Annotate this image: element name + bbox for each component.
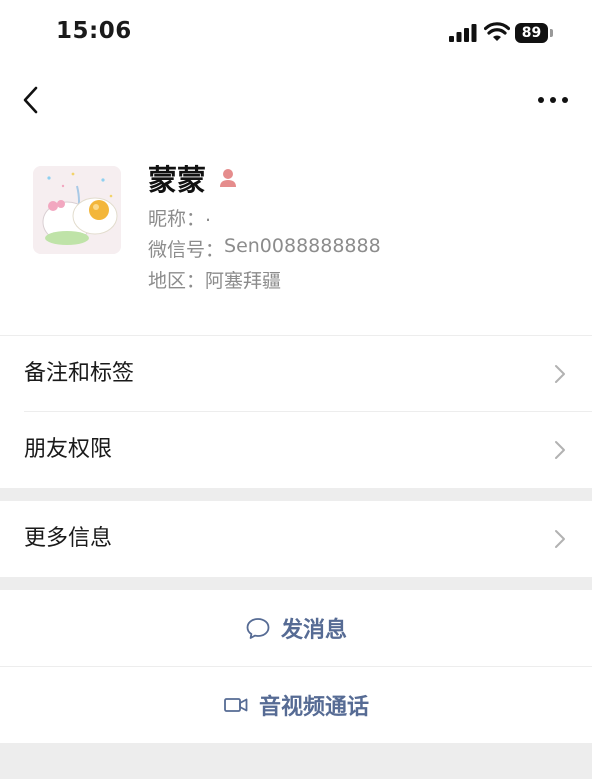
wechat-id-value[interactable]: Sen0088888888 xyxy=(224,235,381,262)
video-call-button[interactable]: 音视频通话 xyxy=(0,667,592,743)
send-message-content: 发消息 xyxy=(0,590,592,666)
battery-icon: 89 xyxy=(515,23,553,43)
menu-label: 更多信息 xyxy=(24,526,113,551)
menu-friend-permissions[interactable]: 朋友权限 xyxy=(0,412,592,488)
profile-name: 蒙蒙 xyxy=(148,163,207,197)
wifi-icon xyxy=(484,22,510,41)
nickname-label: 昵称： xyxy=(148,208,206,230)
nav-bar xyxy=(0,70,592,130)
avatar-illustration xyxy=(33,166,121,254)
profile-header: 蒙蒙 昵称： . 微信号： Sen0088888888 地区： 阿塞拜疆 xyxy=(0,130,592,335)
battery-level: 89 xyxy=(515,23,548,43)
avatar[interactable] xyxy=(33,166,121,254)
region-value: 阿塞拜疆 xyxy=(205,270,282,292)
menu-label: 朋友权限 xyxy=(24,437,113,462)
chevron-right-icon xyxy=(555,441,565,459)
menu-label: 备注和标签 xyxy=(24,361,135,386)
battery-tip xyxy=(550,29,553,37)
send-message-label: 发消息 xyxy=(280,618,347,643)
video-call-label: 音视频通话 xyxy=(258,695,369,720)
status-time: 15:06 xyxy=(56,18,132,44)
wechat-id-line: 微信号： Sen0088888888 xyxy=(148,235,381,262)
region-label: 地区： xyxy=(148,270,206,292)
nickname-value: . xyxy=(205,204,212,226)
region-line: 地区： 阿塞拜疆 xyxy=(148,266,281,293)
more-dots-icon[interactable] xyxy=(535,88,571,112)
status-bar: 15:06 89 xyxy=(0,0,592,70)
name-row: 蒙蒙 xyxy=(148,158,240,198)
chevron-right-icon xyxy=(555,365,565,383)
female-icon xyxy=(220,169,237,187)
video-call-content: 音视频通话 xyxy=(0,667,592,743)
menu-more-info[interactable]: 更多信息 xyxy=(0,501,592,577)
video-camera-icon xyxy=(224,698,248,712)
chat-bubble-icon xyxy=(246,618,270,639)
chevron-right-icon xyxy=(555,530,565,548)
wechat-id-label: 微信号： xyxy=(148,239,225,261)
send-message-button[interactable]: 发消息 xyxy=(0,590,592,666)
nickname-line: 昵称： . xyxy=(148,204,211,231)
signal-icon xyxy=(449,24,477,42)
menu-remark-tags[interactable]: 备注和标签 xyxy=(0,336,592,412)
chevron-left-icon[interactable] xyxy=(16,80,48,120)
